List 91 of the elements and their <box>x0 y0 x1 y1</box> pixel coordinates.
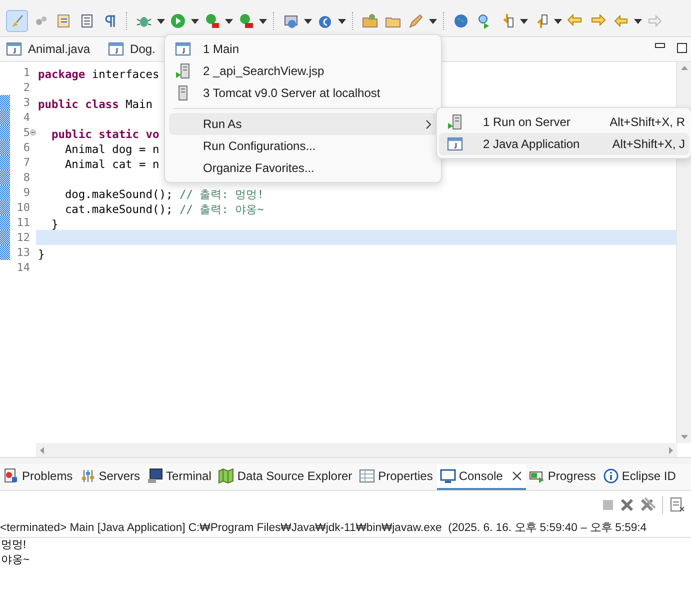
document-swap-icon[interactable] <box>56 13 72 29</box>
monitor-icon <box>440 468 456 484</box>
editor-tab[interactable]: Animal.java <box>4 41 92 57</box>
line-number: 14 <box>16 261 30 274</box>
scroll-down-icon[interactable] <box>680 435 688 439</box>
menu-item[interactable]: 1 Main <box>169 38 437 60</box>
line-number: 6 <box>22 141 30 154</box>
java-file-icon <box>6 41 22 57</box>
server-run-icon <box>447 114 463 130</box>
run-tool-icon[interactable] <box>238 13 254 29</box>
pen-icon[interactable] <box>408 13 424 29</box>
view-tab[interactable]: Progress <box>526 464 600 490</box>
line-number: 7 <box>22 156 30 169</box>
editor-tab[interactable]: Dog. <box>106 41 158 57</box>
scroll-left-icon[interactable] <box>40 446 44 454</box>
problems-icon <box>3 468 19 484</box>
menu-item[interactable]: Run As <box>169 113 437 135</box>
next-edit-icon[interactable] <box>590 13 606 29</box>
menu-item[interactable]: 2 Java Application Alt+Shift+X, J <box>439 133 689 155</box>
code-line: Animal cat = n <box>64 158 160 171</box>
open-folder-icon[interactable] <box>362 13 378 29</box>
last-edit-icon[interactable] <box>567 13 583 29</box>
line-number: 5 <box>22 126 30 139</box>
remove-all-icon[interactable] <box>640 497 656 513</box>
menu-item[interactable]: 1 Run on Server Alt+Shift+X, R <box>439 111 689 133</box>
line-number: 9 <box>22 186 30 199</box>
collapse-icon[interactable] <box>30 129 36 136</box>
view-tab[interactable]: Properties <box>356 464 437 490</box>
view-tab[interactable]: Eclipse ID <box>600 464 680 490</box>
terminal-icon <box>147 468 164 484</box>
line-number: 10 <box>16 201 30 214</box>
sliders-icon <box>80 468 96 484</box>
scroll-up-icon[interactable] <box>680 66 688 70</box>
code-line: dog.makeSound(); // 출력: 멍멍! <box>64 188 264 201</box>
caret-icon[interactable] <box>157 18 165 24</box>
java-file-icon <box>108 41 124 57</box>
caret-icon[interactable] <box>634 18 642 24</box>
caret-icon[interactable] <box>259 18 267 24</box>
horizontal-scrollbar[interactable] <box>36 443 677 457</box>
view-tab[interactable]: Data Source Explorer <box>215 464 356 490</box>
document-icon[interactable] <box>669 497 685 513</box>
view-tab[interactable]: Console <box>436 464 526 490</box>
back-icon[interactable] <box>613 13 629 29</box>
table-icon <box>359 468 376 484</box>
line-number: 12 <box>16 231 30 244</box>
globe-icon[interactable] <box>453 13 469 29</box>
view-tab[interactable]: Problems <box>0 464 77 490</box>
code-line: } <box>50 218 58 231</box>
console-status: <terminated> Main [Java Application] C:₩Program Files₩Java₩jdk-11₩bin₩javaw.exe (2025. 6. 16. 오후 5:59:40 – 오후 5:59:4 <box>0 519 691 538</box>
run-icon[interactable] <box>170 13 186 29</box>
view-tab[interactable]: Terminal <box>144 464 216 490</box>
code-line: public static vo <box>50 128 160 141</box>
code-line: } <box>38 248 45 261</box>
caret-icon[interactable] <box>304 18 312 24</box>
code-line: cat.makeSound(); // 출력: 야옹~ <box>64 203 264 216</box>
caret-icon[interactable] <box>225 18 233 24</box>
brush-icon[interactable] <box>9 13 25 29</box>
caret-icon[interactable] <box>554 18 562 24</box>
menu-item[interactable]: 2 _api_SearchView.jsp <box>169 60 437 82</box>
line-number: 1 <box>22 66 30 79</box>
close-icon[interactable] <box>512 471 522 481</box>
remove-icon[interactable] <box>620 498 634 512</box>
console-output: 야옹~ <box>0 553 30 568</box>
line-number: 11 <box>16 216 30 229</box>
info-icon <box>602 468 619 484</box>
console-output: 멍멍! <box>0 538 28 553</box>
line-number: 2 <box>22 81 30 94</box>
map-icon <box>218 468 234 484</box>
code-line: public class Main <box>38 98 153 111</box>
line-number: 3 <box>22 96 30 109</box>
code-line: Animal dog = n <box>64 143 160 156</box>
line-number: 4 <box>22 111 30 124</box>
code-line: package interfaces <box>38 68 160 81</box>
view-tab[interactable]: Servers <box>76 464 144 490</box>
menu-item[interactable]: Organize Favorites... <box>169 157 437 179</box>
line-number: 13 <box>16 246 30 259</box>
caret-icon[interactable] <box>429 18 437 24</box>
maximize-icon[interactable] <box>677 43 687 53</box>
run-server-icon[interactable] <box>204 13 220 29</box>
caret-icon[interactable] <box>338 18 346 24</box>
document-list-icon[interactable] <box>79 13 95 29</box>
menu-item[interactable]: Run Configurations... <box>169 135 437 157</box>
menu-item[interactable]: 3 Tomcat v9.0 Server at localhost <box>169 82 437 104</box>
line-number: 8 <box>22 171 30 184</box>
java-file-icon <box>447 136 463 152</box>
caret-icon[interactable] <box>520 18 528 24</box>
scroll-right-icon[interactable] <box>669 446 673 454</box>
java-file-icon <box>175 41 191 57</box>
minimize-icon[interactable] <box>655 43 665 49</box>
server-run-icon <box>175 63 191 79</box>
caret-icon[interactable] <box>191 18 199 24</box>
